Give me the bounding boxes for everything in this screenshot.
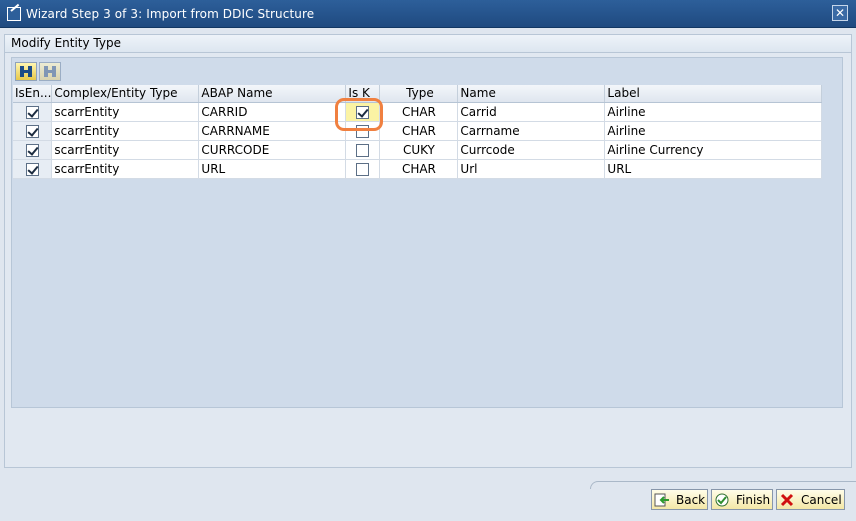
cell-type[interactable]: CHAR [379, 159, 459, 179]
wizard-body: Modify Entity Type IsEn... Complex/Entit… [4, 34, 852, 468]
cell-is-entity [13, 140, 53, 160]
col-header-type[interactable]: Type [379, 85, 459, 103]
cell-name[interactable]: Currcode [457, 140, 606, 160]
is-key-checkbox[interactable] [356, 105, 370, 119]
cell-type[interactable]: CHAR [379, 121, 459, 141]
footer-divider [590, 481, 856, 489]
edit-window-icon [7, 6, 21, 21]
table-header-row: IsEn... Complex/Entity Type ABAP Name Is… [13, 85, 823, 103]
is-entity-checkbox[interactable] [25, 105, 39, 119]
finish-check-icon [714, 492, 730, 508]
cell-label[interactable]: Airline [604, 102, 823, 122]
cell-name[interactable]: Carrid [457, 102, 606, 122]
cell-label[interactable]: URL [604, 159, 823, 179]
cell-entity-type[interactable]: scarrEntity [51, 159, 200, 179]
cell-name[interactable]: Url [457, 159, 606, 179]
cell-label[interactable]: Airline [604, 121, 823, 141]
cell-is-key [345, 159, 381, 179]
col-header-is-key[interactable]: Is K [345, 85, 381, 103]
cell-is-key [345, 140, 381, 160]
is-key-checkbox[interactable] [356, 124, 370, 138]
cell-label[interactable]: Airline Currency [604, 140, 823, 160]
back-button[interactable]: Back [651, 489, 708, 510]
back-label: Back [676, 492, 706, 507]
find-button[interactable] [15, 62, 37, 81]
find-next-button[interactable] [39, 62, 61, 81]
cell-entity-type[interactable]: scarrEntity [51, 121, 200, 141]
title-bar: Wizard Step 3 of 3: Import from DDIC Str… [0, 0, 856, 28]
cancel-button[interactable]: Cancel [776, 489, 845, 510]
is-key-checkbox[interactable] [356, 162, 370, 176]
cell-is-key [345, 102, 381, 122]
cell-type[interactable]: CUKY [379, 140, 459, 160]
cell-entity-type[interactable]: scarrEntity [51, 140, 200, 160]
cell-abap-name[interactable]: CARRID [198, 102, 347, 122]
binoculars-next-icon [44, 66, 56, 77]
col-header-abap-name[interactable]: ABAP Name [198, 85, 347, 103]
entity-table: IsEn... Complex/Entity Type ABAP Name Is… [13, 85, 823, 179]
finish-label: Finish [736, 492, 771, 507]
cell-abap-name[interactable]: CARRNAME [198, 121, 347, 141]
col-header-name[interactable]: Name [457, 85, 606, 103]
group-title: Modify Entity Type [5, 35, 851, 53]
table-row[interactable]: scarrEntity CARRID CHAR Carrid Airline [13, 102, 823, 122]
is-key-checkbox[interactable] [356, 143, 370, 157]
back-arrow-icon [654, 492, 670, 508]
binoculars-icon [20, 66, 32, 77]
is-entity-checkbox[interactable] [25, 124, 39, 138]
cell-abap-name[interactable]: URL [198, 159, 347, 179]
cell-is-entity [13, 159, 53, 179]
window-title: Wizard Step 3 of 3: Import from DDIC Str… [26, 6, 315, 21]
col-header-entity-type[interactable]: Complex/Entity Type [51, 85, 200, 103]
col-header-label[interactable]: Label [604, 85, 823, 103]
table-row[interactable]: scarrEntity URL CHAR Url URL [13, 159, 823, 179]
is-entity-checkbox[interactable] [25, 143, 39, 157]
entity-type-panel: IsEn... Complex/Entity Type ABAP Name Is… [11, 57, 843, 408]
table-row[interactable]: scarrEntity CURRCODE CUKY Currcode Airline C… [13, 140, 823, 160]
cancel-label: Cancel [801, 492, 842, 507]
cell-is-entity [13, 102, 53, 122]
col-header-is-entity[interactable]: IsEn... [13, 85, 53, 103]
cell-entity-type[interactable]: scarrEntity [51, 102, 200, 122]
cell-is-entity [13, 121, 53, 141]
cell-abap-name[interactable]: CURRCODE [198, 140, 347, 160]
table-toolbar [15, 62, 61, 82]
cell-name[interactable]: Carrname [457, 121, 606, 141]
cell-is-key [345, 121, 381, 141]
cell-type[interactable]: CHAR [379, 102, 459, 122]
close-button[interactable]: ✕ [832, 5, 848, 21]
cancel-x-icon [779, 492, 795, 508]
is-entity-checkbox[interactable] [25, 162, 39, 176]
table-row[interactable]: scarrEntity CARRNAME CHAR Carrname Airline [13, 121, 823, 141]
finish-button[interactable]: Finish [711, 489, 773, 510]
